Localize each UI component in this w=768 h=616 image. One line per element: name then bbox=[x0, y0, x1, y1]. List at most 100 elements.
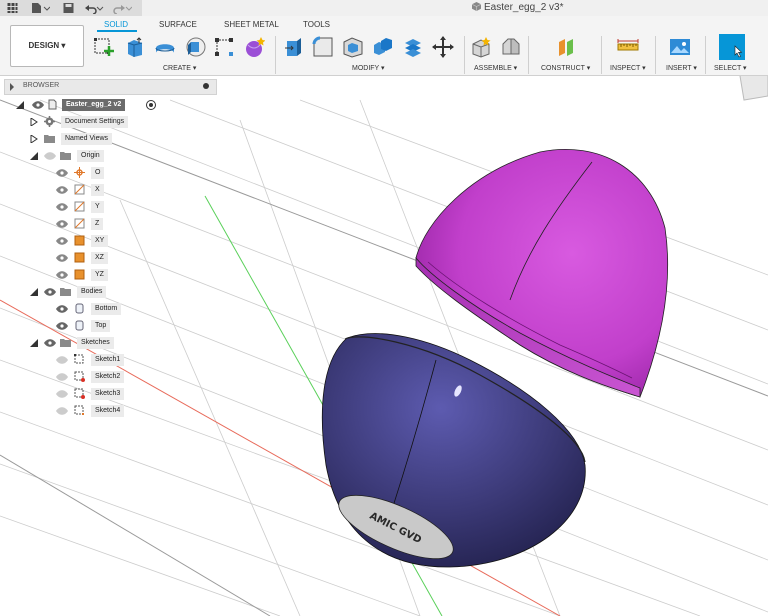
tree-item-origin-x[interactable]: X bbox=[56, 183, 126, 197]
offset-plane-icon[interactable] bbox=[556, 36, 578, 58]
visibility-eye-off-icon[interactable] bbox=[56, 407, 68, 415]
tree-item-origin[interactable]: Origin bbox=[28, 149, 148, 163]
extrude-icon[interactable] bbox=[124, 36, 146, 58]
view-cube[interactable] bbox=[739, 76, 768, 101]
tab-sheet-metal[interactable]: SHEET METAL bbox=[224, 20, 279, 29]
shell-icon[interactable] bbox=[342, 36, 364, 58]
sweep-icon[interactable] bbox=[184, 36, 206, 58]
select-tool-icon[interactable] bbox=[719, 34, 745, 60]
expand-arrow-icon[interactable] bbox=[30, 118, 38, 126]
tree-item-origin-xy[interactable]: XY bbox=[56, 234, 126, 248]
create-form-icon[interactable] bbox=[243, 36, 265, 58]
visibility-eye-icon[interactable] bbox=[56, 169, 68, 177]
file-menu-icon[interactable] bbox=[30, 2, 50, 14]
ribbon-separator bbox=[464, 36, 465, 74]
move-copy-icon[interactable] bbox=[432, 36, 454, 58]
tree-label: Bodies bbox=[77, 286, 107, 298]
modify-group-label[interactable]: MODIFY ▾ bbox=[352, 64, 385, 72]
tree-item-document-settings[interactable]: Document Settings bbox=[28, 115, 148, 129]
collapse-browser-icon[interactable] bbox=[10, 83, 14, 91]
visibility-eye-off-icon[interactable] bbox=[56, 373, 68, 381]
combine-icon[interactable] bbox=[372, 36, 394, 58]
ribbon-separator bbox=[705, 36, 706, 74]
visibility-eye-off-icon[interactable] bbox=[56, 356, 68, 364]
inspect-group-label[interactable]: INSPECT ▾ bbox=[610, 64, 646, 72]
split-body-icon[interactable] bbox=[402, 36, 424, 58]
fillet-icon[interactable] bbox=[312, 36, 334, 58]
visibility-eye-icon[interactable] bbox=[56, 322, 68, 330]
tree-label: Document Settings bbox=[61, 116, 129, 128]
tree-item-sketch3[interactable]: Sketch3 bbox=[56, 387, 136, 401]
browser-panel-header[interactable]: BROWSER bbox=[4, 79, 217, 95]
tree-item-body-top[interactable]: Top bbox=[56, 319, 136, 333]
visibility-eye-icon[interactable] bbox=[56, 186, 68, 194]
collapse-arrow-icon[interactable] bbox=[30, 339, 38, 347]
axis-icon bbox=[74, 201, 85, 212]
visibility-eye-icon[interactable] bbox=[56, 220, 68, 228]
press-pull-icon[interactable] bbox=[283, 36, 305, 58]
pattern-icon[interactable] bbox=[213, 36, 235, 58]
body-bottom[interactable]: AMIC GVD bbox=[321, 333, 586, 572]
tree-item-origin-y[interactable]: Y bbox=[56, 200, 126, 214]
visibility-eye-icon[interactable] bbox=[44, 339, 56, 347]
visibility-eye-icon[interactable] bbox=[44, 288, 56, 296]
tree-item-sketch4[interactable]: Sketch4 bbox=[56, 404, 136, 418]
document-icon bbox=[48, 99, 57, 110]
collapse-arrow-icon[interactable] bbox=[30, 288, 38, 296]
tab-solid[interactable]: SOLID bbox=[104, 20, 128, 29]
tree-item-sketches[interactable]: Sketches bbox=[28, 336, 148, 350]
visibility-eye-icon[interactable] bbox=[56, 305, 68, 313]
new-component-icon[interactable] bbox=[470, 36, 492, 58]
tree-label: O bbox=[91, 167, 105, 179]
insert-group-label[interactable]: INSERT ▾ bbox=[666, 64, 697, 72]
create-sketch-icon[interactable] bbox=[93, 36, 115, 58]
construct-group-label[interactable]: CONSTRUCT ▾ bbox=[541, 64, 590, 72]
tree-item-bodies[interactable]: Bodies bbox=[28, 285, 148, 299]
tree-item-sketch2[interactable]: Sketch2 bbox=[56, 370, 136, 384]
select-group-label[interactable]: SELECT ▾ bbox=[714, 64, 747, 72]
title-bar: Easter_egg_2 v3* bbox=[0, 0, 768, 16]
gear-icon bbox=[44, 116, 55, 127]
collapse-arrow-icon[interactable] bbox=[30, 152, 38, 160]
visibility-eye-off-icon[interactable] bbox=[56, 390, 68, 398]
assemble-group-label[interactable]: ASSEMBLE ▾ bbox=[474, 64, 517, 72]
redo-icon[interactable] bbox=[112, 2, 132, 14]
visibility-eye-icon[interactable] bbox=[32, 101, 44, 109]
tree-label: Origin bbox=[77, 150, 104, 162]
activate-component-icon[interactable] bbox=[146, 100, 156, 110]
tree-item-origin-z[interactable]: Z bbox=[56, 217, 126, 231]
tree-item-origin-xz[interactable]: XZ bbox=[56, 251, 126, 265]
visibility-eye-icon[interactable] bbox=[56, 254, 68, 262]
document-title-text: Easter_egg_2 v3* bbox=[484, 2, 564, 13]
tree-label: X bbox=[91, 184, 104, 196]
tree-item-sketch1[interactable]: Sketch1 bbox=[56, 353, 136, 367]
measure-icon[interactable] bbox=[617, 36, 639, 58]
visibility-eye-icon[interactable] bbox=[56, 271, 68, 279]
sketch-warning-icon bbox=[74, 388, 85, 399]
ribbon-separator bbox=[528, 36, 529, 74]
visibility-eye-icon[interactable] bbox=[56, 203, 68, 211]
revolve-icon[interactable] bbox=[154, 36, 176, 58]
save-icon[interactable] bbox=[62, 2, 75, 14]
tree-item-body-bottom[interactable]: Bottom bbox=[56, 302, 136, 316]
tab-surface[interactable]: SURFACE bbox=[159, 20, 197, 29]
browser-pin-icon[interactable] bbox=[203, 83, 209, 89]
undo-icon[interactable] bbox=[84, 2, 104, 14]
expand-arrow-icon[interactable] bbox=[30, 135, 38, 143]
tab-tools[interactable]: TOOLS bbox=[303, 20, 330, 29]
tree-item-origin-yz[interactable]: YZ bbox=[56, 268, 126, 282]
body-icon bbox=[75, 320, 84, 331]
app-grid-icon[interactable] bbox=[6, 2, 19, 14]
workspace-switcher-button[interactable]: DESIGN ▾ bbox=[10, 25, 84, 67]
insert-image-icon[interactable] bbox=[669, 36, 691, 58]
ribbon-separator bbox=[275, 36, 276, 74]
tree-item-named-views[interactable]: Named Views bbox=[28, 132, 148, 146]
origin-point-icon bbox=[74, 167, 85, 178]
visibility-eye-icon[interactable] bbox=[56, 237, 68, 245]
create-group-label[interactable]: CREATE ▾ bbox=[163, 64, 196, 72]
tree-root[interactable]: Easter_egg_2 v2 bbox=[14, 98, 164, 112]
visibility-eye-off-icon[interactable] bbox=[44, 152, 56, 160]
tree-item-origin-point[interactable]: O bbox=[56, 166, 126, 180]
joint-icon[interactable] bbox=[500, 36, 522, 58]
collapse-arrow-icon[interactable] bbox=[16, 101, 24, 109]
